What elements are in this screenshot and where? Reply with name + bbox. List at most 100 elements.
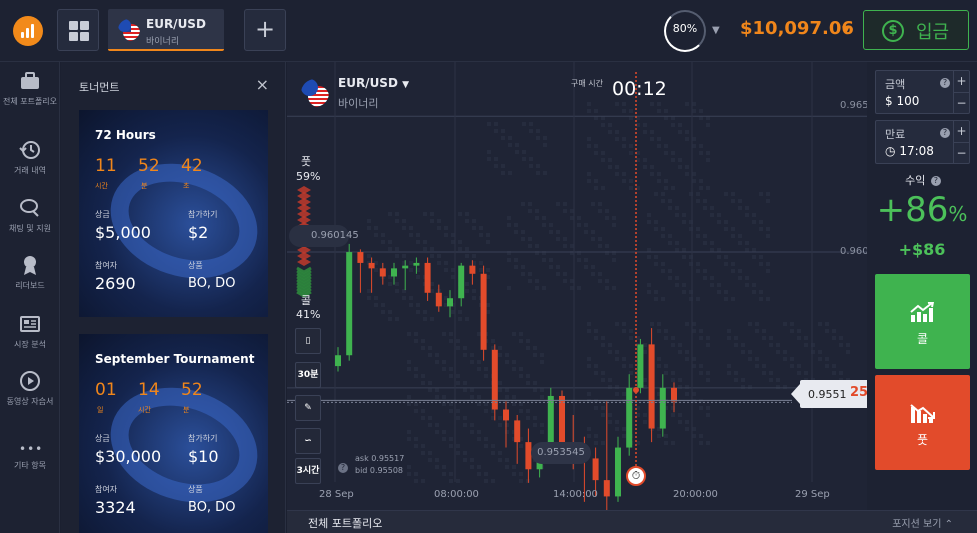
- map-dot: [608, 130, 612, 134]
- map-dot: [508, 171, 512, 175]
- map-dot: [706, 371, 710, 375]
- tournament-card[interactable]: 72 Hours 11 시간 52 분 42 초 상금 $5,000 참가하기 …: [79, 110, 268, 317]
- map-dot: [519, 444, 523, 448]
- view-positions-link[interactable]: 포지션 보기 ⌃: [892, 515, 953, 530]
- map-dot: [451, 275, 455, 279]
- map-dot: [615, 357, 619, 361]
- chart-type-button[interactable]: ▯: [295, 328, 321, 354]
- expiry-increase-button[interactable]: +: [953, 121, 969, 142]
- amount-increase-button[interactable]: +: [953, 71, 969, 92]
- put-button[interactable]: 풋: [875, 375, 970, 470]
- map-dot: [416, 303, 420, 307]
- map-dot: [594, 179, 598, 183]
- account-balance[interactable]: $10,097.06: [740, 18, 854, 39]
- map-dot: [724, 227, 728, 231]
- map-dot: [622, 179, 626, 183]
- expiry-value[interactable]: ◷ 17:08: [885, 144, 934, 158]
- trade-panel: 금액 ? $ 100 + − 만료 ? ◷ 17:08 + − 수익 ? +86…: [867, 62, 977, 510]
- all-assets-grid-button[interactable]: [57, 9, 99, 51]
- chevron-down-icon[interactable]: ▼: [712, 25, 720, 36]
- deposit-button[interactable]: $ 입금: [863, 10, 969, 50]
- map-dot: [731, 269, 735, 273]
- question-icon[interactable]: ?: [940, 78, 950, 88]
- map-dot: [706, 151, 710, 155]
- close-icon[interactable]: ×: [256, 75, 269, 94]
- map-dot: [395, 282, 399, 286]
- map-dot: [685, 130, 689, 134]
- map-dot: [598, 272, 602, 276]
- brand-logo[interactable]: [13, 16, 43, 46]
- map-dot: [678, 343, 682, 347]
- sidebar-item-more[interactable]: ••• 기타 항목: [0, 442, 60, 471]
- expiry-field[interactable]: 만료 ? ◷ 17:08 + −: [875, 120, 970, 164]
- question-icon[interactable]: ?: [940, 128, 950, 138]
- portfolio-bar[interactable]: 전체 포트폴리오 포지션 보기 ⌃: [287, 510, 977, 533]
- map-dot: [367, 254, 371, 258]
- map-dot: [416, 275, 420, 279]
- map-dot: [661, 297, 665, 301]
- call-button[interactable]: 콜: [875, 274, 970, 369]
- amount-field[interactable]: 금액 ? $ 100 + −: [875, 70, 970, 114]
- sidebar-item-leaderboard[interactable]: 리더보드: [0, 254, 60, 291]
- question-icon[interactable]: ?: [930, 176, 941, 186]
- map-dot: [526, 339, 530, 343]
- expiry-decrease-button[interactable]: −: [953, 142, 969, 163]
- period-button[interactable]: 3시간: [295, 458, 321, 484]
- timeframe-button[interactable]: 30분: [295, 362, 321, 388]
- high-price-tag: 0.960145: [289, 225, 359, 247]
- map-dot: [605, 244, 609, 248]
- amount-decrease-button[interactable]: −: [953, 92, 969, 113]
- tournament-card[interactable]: September Tournament 01 일 14 시간 52 분 상금 …: [79, 334, 268, 533]
- map-dot: [594, 434, 598, 438]
- map-dot: [682, 220, 686, 224]
- map-dot: [535, 216, 539, 220]
- map-dot: [458, 247, 462, 251]
- map-dot: [612, 223, 616, 227]
- map-dot: [423, 247, 427, 251]
- indicators-button[interactable]: ∽: [295, 428, 321, 454]
- sidebar-item-market-analysis[interactable]: 시장 분석: [0, 313, 60, 350]
- sidebar-item-portfolio[interactable]: 전체 포트폴리오: [0, 70, 60, 107]
- map-dot: [428, 423, 432, 427]
- map-dot: [407, 430, 411, 434]
- map-dot: [529, 122, 533, 126]
- asset-tab-eurusd[interactable]: EUR/USD 바이너리: [108, 9, 224, 51]
- map-dot: [528, 272, 532, 276]
- map-dot: [435, 465, 439, 469]
- sidebar-item-video-tutorials[interactable]: 동영상 자습서: [0, 370, 60, 407]
- map-dot: [414, 444, 418, 448]
- amount-value[interactable]: $ 100: [885, 94, 919, 108]
- players-label: 참여자: [95, 485, 118, 494]
- ask-price: ask 0.95517: [355, 454, 405, 463]
- low-price-tag: 0.953545: [531, 442, 591, 464]
- map-dot: [456, 409, 460, 413]
- tournament-name: September Tournament: [95, 352, 255, 366]
- map-dot: [601, 123, 605, 127]
- map-dot: [584, 265, 588, 269]
- amount-input[interactable]: 100: [896, 94, 919, 108]
- question-icon[interactable]: ?: [338, 463, 348, 473]
- candle-body: [615, 447, 621, 497]
- countdown-value: 42: [181, 156, 203, 176]
- map-dot: [477, 465, 481, 469]
- map-dot: [664, 109, 668, 113]
- sidebar-item-history[interactable]: 거래 내역: [0, 139, 60, 176]
- balance-chevron-down-icon[interactable]: ▼: [842, 25, 850, 36]
- map-dot: [601, 413, 605, 417]
- draw-tool-button[interactable]: ✎: [295, 395, 321, 421]
- map-dot: [692, 179, 696, 183]
- map-dot: [477, 472, 481, 476]
- chart-asset-selector[interactable]: EUR/USD ▼: [338, 76, 409, 90]
- map-dot: [472, 296, 476, 300]
- countdown-value: 01: [95, 380, 117, 400]
- price-chart[interactable]: EUR/USD ▼ 바이너리 구매 시간 00:12 풋 59% 콜 41% 0…: [287, 62, 867, 510]
- map-dot: [501, 164, 505, 168]
- expiry-input[interactable]: 17:08: [899, 144, 934, 158]
- map-dot: [706, 123, 710, 127]
- add-asset-button[interactable]: +: [244, 9, 286, 51]
- map-dot: [556, 202, 560, 206]
- sidebar-item-chat[interactable]: 채팅 및 지원: [0, 197, 60, 234]
- map-dot: [657, 329, 661, 333]
- map-dot: [650, 322, 654, 326]
- map-dot: [423, 240, 427, 244]
